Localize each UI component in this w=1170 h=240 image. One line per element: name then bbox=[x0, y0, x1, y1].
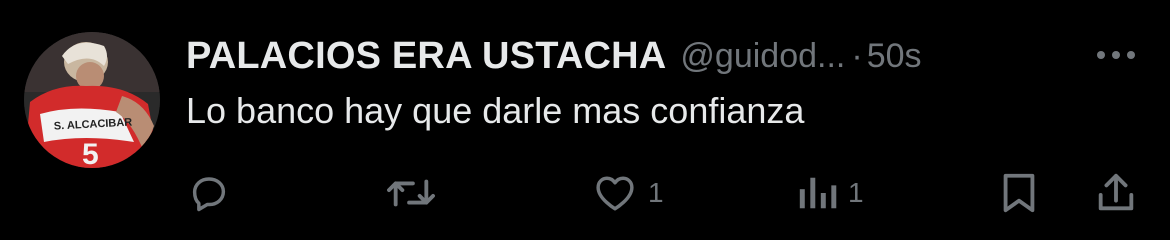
share-button[interactable] bbox=[1094, 170, 1138, 216]
like-count: 1 bbox=[648, 177, 664, 208]
tweet[interactable]: S. ALCACIBAR 5 PALACIOS ERA USTACHA @gui… bbox=[0, 0, 1170, 240]
reply-icon bbox=[192, 177, 226, 212]
views-icon bbox=[799, 177, 837, 209]
reply-button[interactable] bbox=[186, 170, 232, 216]
views-count: 1 bbox=[848, 177, 864, 208]
separator-dot: · bbox=[851, 36, 863, 75]
avatar[interactable]: S. ALCACIBAR 5 bbox=[24, 32, 160, 168]
tweet-header: PALACIOS ERA USTACHA @guidod... · 50s bbox=[186, 28, 922, 84]
views-button[interactable]: 1 bbox=[796, 170, 864, 216]
share-icon bbox=[1098, 173, 1134, 211]
tweet-time[interactable]: 50s bbox=[867, 37, 922, 76]
bookmark-icon bbox=[1003, 173, 1035, 213]
bookmark-button[interactable] bbox=[998, 170, 1040, 216]
like-button[interactable]: 1 bbox=[592, 170, 664, 216]
avatar-number: 5 bbox=[82, 138, 99, 168]
more-button[interactable] bbox=[1093, 40, 1139, 70]
display-name[interactable]: PALACIOS ERA USTACHA bbox=[186, 35, 666, 78]
more-icon bbox=[1097, 51, 1135, 59]
retweet-button[interactable] bbox=[384, 170, 438, 216]
heart-icon bbox=[596, 176, 634, 211]
retweet-icon bbox=[387, 179, 435, 207]
user-handle[interactable]: @guidod... bbox=[680, 37, 845, 76]
tweet-text: Lo banco hay que darle mas confianza bbox=[186, 90, 805, 131]
